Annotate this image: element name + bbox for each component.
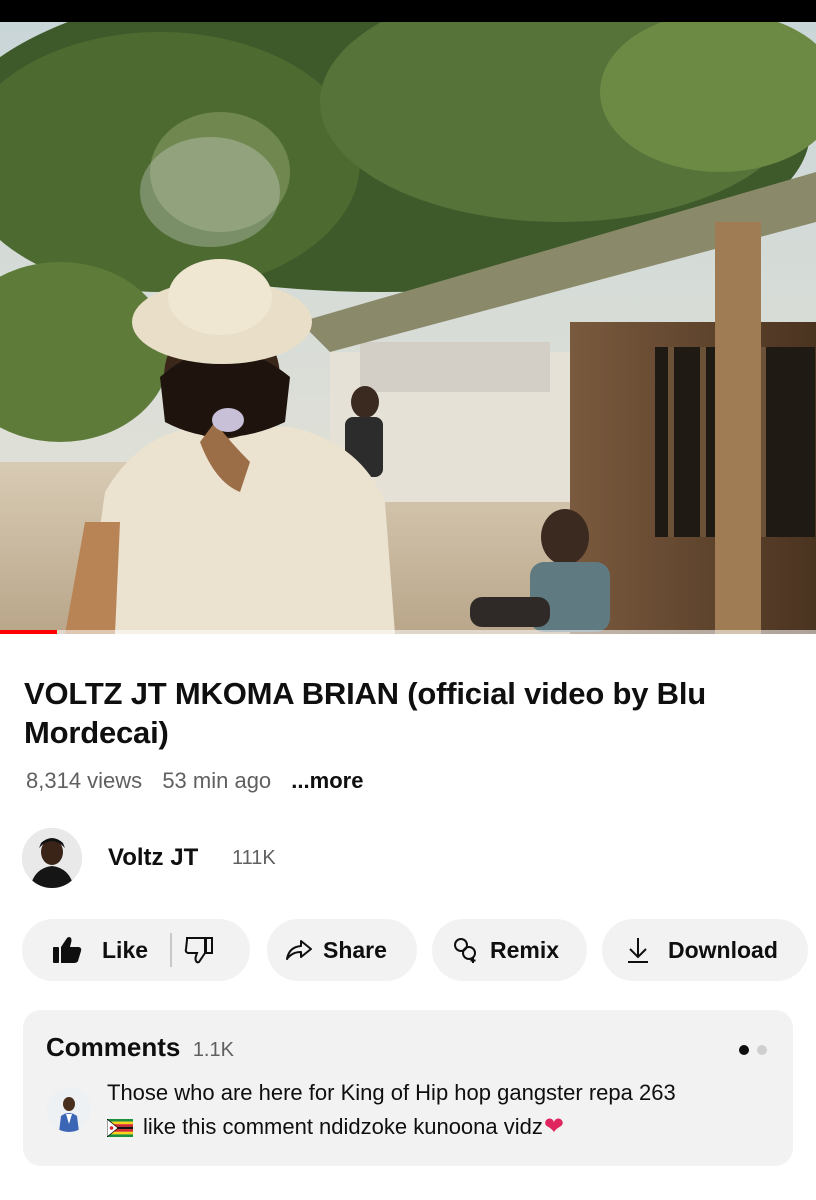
download-icon <box>626 936 650 964</box>
download-button[interactable]: Download <box>602 919 808 981</box>
more-description-link[interactable]: ...more <box>291 768 363 793</box>
download-label: Download <box>668 936 778 963</box>
video-meta[interactable]: 8,314 views 53 min ago ...more <box>26 768 377 794</box>
comments-header: Comments 1.1K <box>46 1032 234 1063</box>
channel-avatar[interactable] <box>22 828 82 888</box>
video-details-sheet: VOLTZ JT MKOMA BRIAN (official video by … <box>0 634 816 1200</box>
video-player[interactable] <box>0 22 816 634</box>
video-title[interactable]: VOLTZ JT MKOMA BRIAN (official video by … <box>24 674 792 752</box>
view-count: 8,314 views <box>26 768 143 793</box>
share-arrow-icon <box>285 938 313 962</box>
like-dislike-group: Like <box>22 919 250 981</box>
remix-icon <box>452 936 480 964</box>
comments-pager-dots <box>735 1042 767 1060</box>
commenter-avatar[interactable] <box>47 1088 91 1132</box>
pager-dot-inactive <box>757 1045 767 1055</box>
zimbabwe-flag-icon <box>106 1113 133 1147</box>
action-buttons-row: Like Share Remix Download <box>22 919 816 981</box>
remix-label: Remix <box>490 936 560 963</box>
video-frame-thumbnail <box>0 22 816 634</box>
comments-title: Comments <box>46 1032 181 1062</box>
channel-row[interactable]: Voltz JT 111K <box>22 828 782 890</box>
comments-count: 1.1K <box>192 1039 234 1061</box>
comments-section[interactable]: Comments 1.1K Those who are here for Kin… <box>23 1010 793 1166</box>
like-label: Like <box>102 936 149 963</box>
comment-line-2-wrap: like this comment ndidzoke kunoona vidz❤ <box>106 1110 777 1147</box>
share-label: Share <box>323 936 387 963</box>
dislike-button[interactable] <box>172 919 226 981</box>
like-button[interactable]: Like <box>22 919 148 981</box>
top-status-strip <box>0 0 816 22</box>
thumbs-up-icon <box>52 936 82 964</box>
remix-button[interactable]: Remix <box>432 919 587 981</box>
upload-age: 53 min ago <box>162 768 272 793</box>
comment-line-2: like this comment ndidzoke kunoona vidz <box>143 1114 543 1139</box>
channel-name[interactable]: Voltz JT <box>108 844 198 872</box>
red-heart-icon: ❤ <box>543 1113 564 1140</box>
subscriber-count: 111K <box>232 847 276 869</box>
comment-line-1: Those who are here for King of Hip hop g… <box>107 1080 676 1105</box>
top-comment-text[interactable]: Those who are here for King of Hip hop g… <box>106 1076 777 1147</box>
share-button[interactable]: Share <box>267 919 417 981</box>
pager-dot-active <box>738 1045 749 1055</box>
thumbs-down-icon <box>184 936 214 964</box>
